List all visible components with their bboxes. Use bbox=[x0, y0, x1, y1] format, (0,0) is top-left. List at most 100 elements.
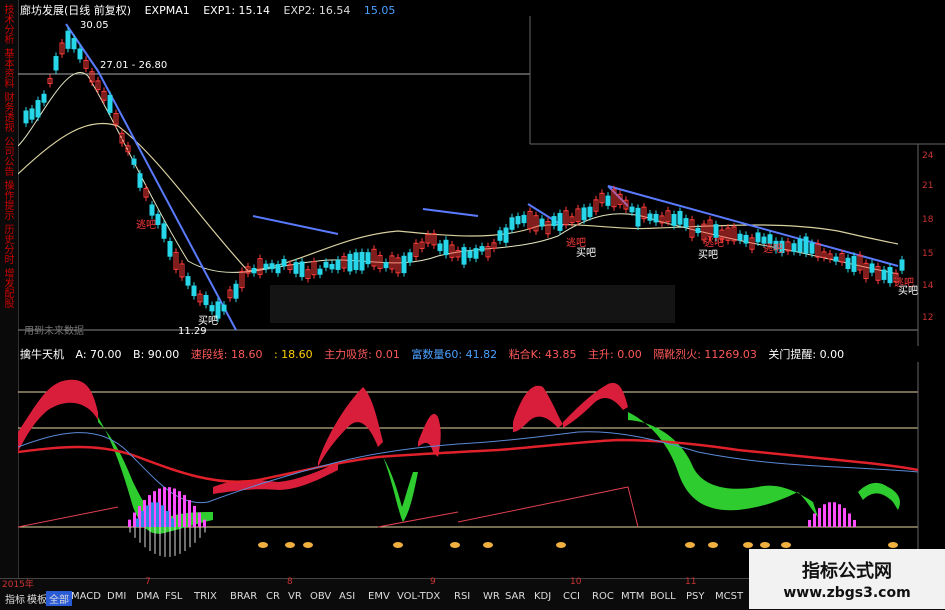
left-tab-6[interactable]: 历史分时 bbox=[2, 224, 13, 264]
left-tab-4[interactable]: 公司公告 bbox=[2, 136, 13, 176]
candle-body bbox=[161, 223, 167, 239]
bottom-tab-4[interactable]: DMI bbox=[104, 591, 129, 602]
candle-body bbox=[269, 263, 275, 270]
histogram-bar bbox=[203, 519, 206, 527]
candle-body bbox=[677, 210, 683, 225]
candle-body bbox=[845, 257, 851, 269]
left-tab-5[interactable]: 操作提示 bbox=[2, 180, 13, 220]
candle-body bbox=[77, 48, 83, 60]
bottom-tab-14[interactable]: VOL-TDX bbox=[394, 591, 443, 602]
marker-icon bbox=[888, 542, 898, 548]
histogram-bar bbox=[146, 505, 149, 527]
left-tab-1[interactable]: 技术分析 bbox=[2, 4, 13, 44]
sell-marker-1: 逃吧 bbox=[136, 218, 156, 231]
candle-body bbox=[185, 276, 191, 286]
left-tab-7[interactable]: 增发配股 bbox=[2, 268, 13, 308]
bottom-tab-11[interactable]: OBV bbox=[307, 591, 334, 602]
candle-body bbox=[107, 94, 113, 113]
watermark-title: 指标公式网 bbox=[802, 561, 892, 582]
candle-body bbox=[233, 283, 239, 299]
bottom-tab-24[interactable]: MCST bbox=[712, 591, 746, 602]
bottom-tab-20[interactable]: ROC bbox=[589, 591, 617, 602]
candle-body bbox=[329, 263, 335, 270]
left-tab-2[interactable]: 基本资料 bbox=[2, 48, 13, 88]
histogram-bar bbox=[853, 519, 856, 527]
baseline-markers bbox=[258, 542, 898, 548]
histogram-bar bbox=[183, 495, 186, 527]
candle-body bbox=[407, 252, 413, 263]
histogram-bar bbox=[833, 502, 836, 527]
candle-body bbox=[467, 250, 473, 258]
bottom-tab-3[interactable]: MACD bbox=[68, 591, 104, 602]
candle-body bbox=[323, 261, 329, 268]
candle-body bbox=[605, 195, 611, 206]
bottom-tab-6[interactable]: FSL bbox=[162, 591, 186, 602]
sell-marker-4: 逃吧 bbox=[763, 242, 783, 255]
buy-marker-1: 买吧 bbox=[198, 315, 218, 327]
red-band-5 bbox=[563, 382, 628, 428]
bottom-tab-16[interactable]: WR bbox=[480, 591, 503, 602]
candle-body bbox=[29, 108, 35, 120]
bottom-tab-13[interactable]: EMV bbox=[365, 591, 393, 602]
margin-k: 粘合K: 43.85 bbox=[508, 348, 577, 361]
candle-body bbox=[347, 253, 353, 272]
redacted-block bbox=[270, 285, 675, 323]
low-price-label: 11.29 bbox=[178, 326, 207, 337]
histogram-bar bbox=[828, 502, 831, 527]
axis-tick-2: 21 bbox=[922, 181, 933, 191]
histogram-bar bbox=[193, 505, 196, 527]
bottom-tab-17[interactable]: SAR bbox=[502, 591, 528, 602]
candle-body bbox=[581, 207, 587, 221]
bottom-tab-9[interactable]: CR bbox=[263, 591, 283, 602]
range-price-label: 27.01 - 26.80 bbox=[100, 60, 167, 71]
candle-body bbox=[551, 216, 557, 227]
histogram-bar bbox=[843, 508, 846, 527]
candle-body bbox=[539, 218, 545, 227]
marker-icon bbox=[285, 542, 295, 548]
staircase-lines bbox=[18, 486, 639, 528]
bottom-tab-21[interactable]: MTM bbox=[618, 591, 647, 602]
bottom-tab-22[interactable]: BOLL bbox=[647, 591, 679, 602]
speed-line-2: : 18.60 bbox=[273, 348, 313, 361]
bottom-tab-8[interactable]: BRAR bbox=[227, 591, 260, 602]
candle-body bbox=[791, 243, 797, 252]
candle-body bbox=[713, 224, 719, 238]
indicator-header: 擒牛天机 A: 70.00 B: 90.00 速段线: 18.60 : 18.6… bbox=[20, 346, 852, 361]
month-label-7: 7 bbox=[145, 577, 151, 587]
param-b: B: 90.00 bbox=[133, 348, 180, 361]
bottom-tab-15[interactable]: RSI bbox=[451, 591, 473, 602]
candle-body bbox=[203, 295, 209, 306]
candle-body bbox=[587, 206, 593, 218]
candle-body bbox=[737, 233, 743, 241]
candle-body bbox=[503, 227, 509, 243]
candles-group bbox=[23, 27, 905, 323]
candle-body bbox=[899, 259, 905, 271]
bottom-tab-18[interactable]: KDJ bbox=[531, 591, 554, 602]
bottom-tab-7[interactable]: TRIX bbox=[191, 591, 220, 602]
bottom-tab-5[interactable]: DMA bbox=[133, 591, 162, 602]
candle-body bbox=[497, 230, 503, 241]
bottom-tab-23[interactable]: PSY bbox=[683, 591, 708, 602]
bottom-tab-12[interactable]: ASI bbox=[336, 591, 358, 602]
axis-tick-6: 12 bbox=[922, 313, 933, 323]
candle-body bbox=[137, 173, 143, 188]
red-band-3 bbox=[418, 413, 441, 457]
bottom-tab-19[interactable]: CCI bbox=[560, 591, 583, 602]
candle-body bbox=[653, 213, 659, 223]
indicator-chart[interactable] bbox=[18, 362, 945, 578]
histogram-bar bbox=[161, 505, 164, 527]
histogram-bar bbox=[128, 519, 131, 527]
candle-body bbox=[275, 264, 281, 274]
candle-body bbox=[251, 267, 257, 274]
candle-body bbox=[335, 259, 341, 270]
histogram-bar bbox=[808, 519, 811, 527]
left-tab-3[interactable]: 财务透视 bbox=[2, 92, 13, 132]
candle-body bbox=[209, 305, 215, 312]
bottom-tab-10[interactable]: VR bbox=[285, 591, 305, 602]
histogram-bar bbox=[136, 518, 139, 527]
red-trend-line bbox=[18, 438, 919, 484]
candle-body bbox=[521, 214, 527, 224]
histogram-bar bbox=[151, 502, 154, 527]
buy-marker-2: 买吧 bbox=[576, 247, 596, 259]
axis-tick-3: 18 bbox=[922, 215, 934, 225]
